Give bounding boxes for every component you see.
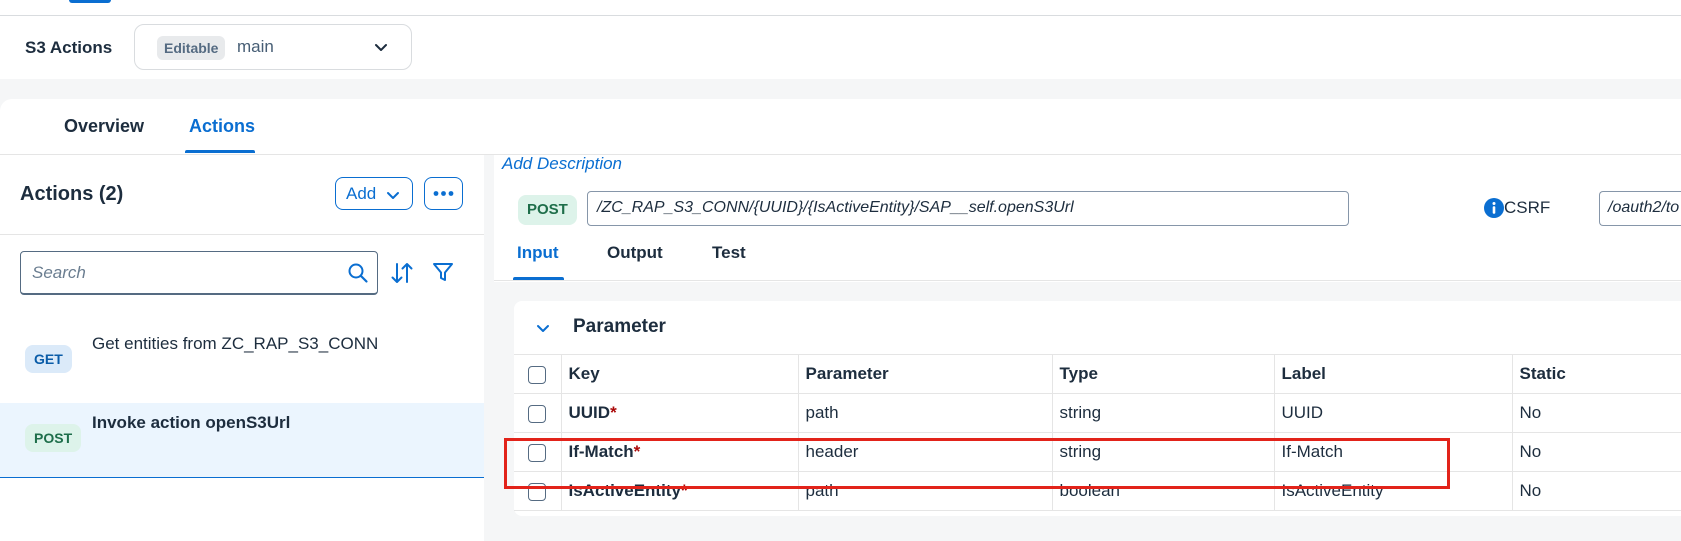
static-cell: No: [1512, 432, 1681, 472]
column-header-label: Label: [1274, 354, 1513, 394]
label-cell: UUID: [1274, 393, 1513, 433]
action-item-get-entities[interactable]: GET Get entities from ZC_RAP_S3_CONN: [0, 322, 484, 398]
actions-list-title: Actions (2): [20, 183, 124, 205]
more-icon: [433, 191, 454, 196]
parameter-cell: path: [798, 393, 1053, 433]
select-all-checkbox[interactable]: [528, 365, 547, 384]
tab-test[interactable]: Test: [712, 243, 746, 263]
main-tabs: Overview Actions: [0, 99, 1681, 155]
tab-actions[interactable]: Actions: [189, 116, 255, 137]
action-item-label: Invoke action openS3Url: [92, 413, 291, 432]
url-field[interactable]: /ZC_RAP_S3_CONN/{UUID}/{IsActiveEntity}/…: [587, 191, 1349, 226]
collapse-chevron-icon[interactable]: [535, 320, 551, 336]
editable-badge: Editable: [157, 36, 226, 60]
search-field[interactable]: [20, 251, 378, 295]
top-selection-indicator: [69, 0, 111, 3]
static-cell: No: [1512, 471, 1681, 511]
page-header: S3 Actions Editable main: [0, 16, 1681, 79]
method-badge-post: POST: [25, 424, 82, 452]
add-description-link[interactable]: Add Description: [502, 154, 622, 174]
select-all-cell: [514, 354, 562, 394]
method-badge-get: GET: [25, 345, 72, 373]
info-icon[interactable]: [1484, 198, 1504, 218]
add-button-label: Add: [346, 184, 377, 203]
table-row[interactable]: UUID* path string UUID No: [514, 393, 1681, 433]
method-badge-post: POST: [518, 195, 577, 225]
url-value: /ZC_RAP_S3_CONN/{UUID}/{IsActiveEntity}/…: [597, 199, 1074, 216]
row-select-cell: [514, 393, 562, 433]
sort-icon[interactable]: [389, 260, 415, 286]
column-header-static: Static: [1512, 354, 1681, 394]
detail-tabs: Input Output Test: [494, 230, 1681, 281]
tab-overview[interactable]: Overview: [64, 116, 144, 137]
chevron-down-icon: [375, 44, 387, 51]
token-url-value: /oauth2/to: [1608, 199, 1680, 216]
highlight-box: [504, 438, 1450, 489]
token-url-field[interactable]: /oauth2/to: [1599, 191, 1681, 226]
column-header-key: Key: [561, 354, 799, 394]
table-header-row: Key Parameter Type Label Static: [514, 354, 1681, 394]
divider: [0, 234, 484, 235]
column-header-parameter: Parameter: [798, 354, 1053, 394]
row-checkbox[interactable]: [528, 404, 547, 423]
top-strip: [0, 0, 1681, 16]
parameter-area: Parameter Key Parameter Type Label Stati…: [494, 282, 1681, 541]
filter-icon[interactable]: [432, 261, 454, 283]
type-cell: string: [1052, 393, 1275, 433]
parameter-section-title: Parameter: [573, 316, 666, 337]
search-icon[interactable]: [347, 262, 369, 284]
action-item-invoke-opens3url[interactable]: POST Invoke action openS3Url: [0, 403, 484, 478]
action-item-label: Get entities from ZC_RAP_S3_CONN: [92, 334, 379, 353]
add-button[interactable]: Add: [335, 177, 413, 210]
static-cell: No: [1512, 393, 1681, 433]
tab-selected-indicator: [513, 277, 564, 280]
more-button[interactable]: [424, 177, 463, 210]
tab-input[interactable]: Input: [517, 243, 559, 263]
csrf-label: CSRF: [1504, 198, 1551, 217]
required-indicator: *: [610, 403, 617, 422]
key-value: UUID: [568, 403, 611, 422]
column-header-type: Type: [1052, 354, 1275, 394]
search-input[interactable]: [30, 260, 334, 286]
branch-select[interactable]: Editable main: [134, 24, 412, 70]
key-cell: UUID*: [561, 393, 799, 433]
page-title: S3 Actions: [25, 38, 113, 57]
branch-name: main: [237, 37, 274, 56]
tab-output[interactable]: Output: [607, 243, 663, 263]
actions-list-panel: Actions (2) Add GET Get entities from ZC…: [0, 155, 484, 541]
tab-selected-indicator: [185, 150, 255, 153]
chevron-down-icon: [387, 192, 399, 199]
